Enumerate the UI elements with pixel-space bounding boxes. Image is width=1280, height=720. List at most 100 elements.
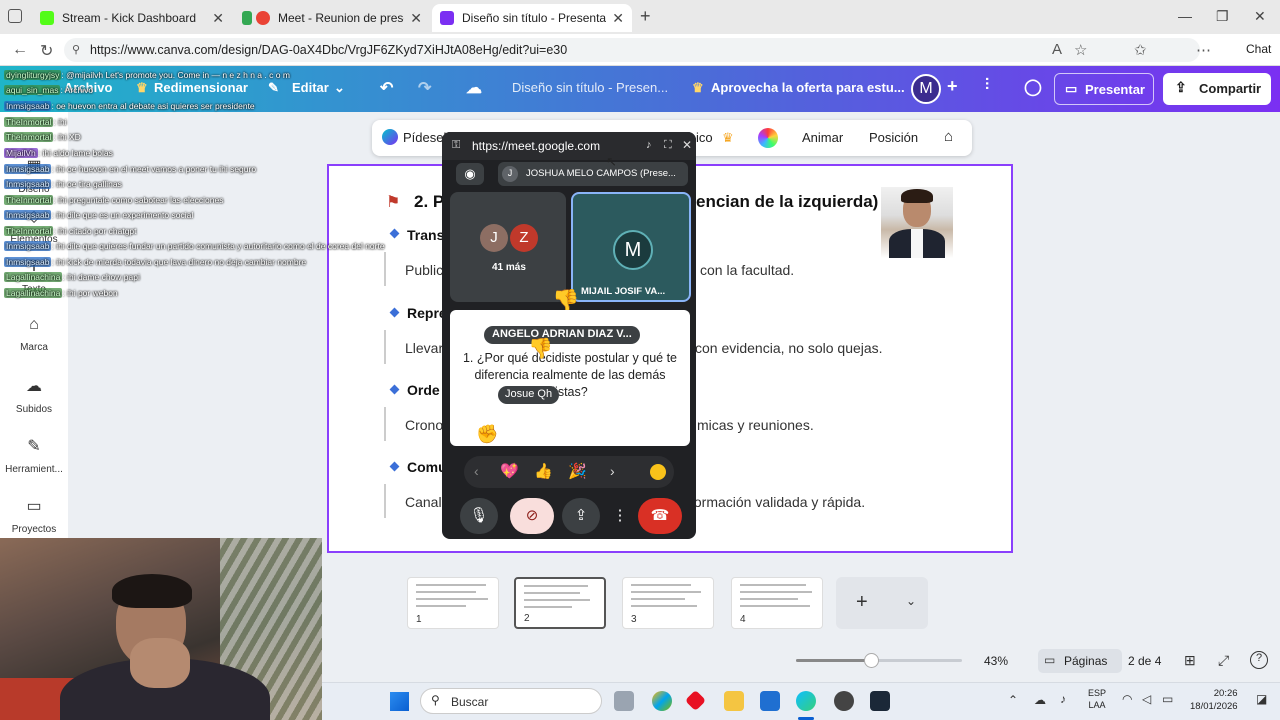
zoom-slider-handle[interactable] bbox=[863, 653, 879, 668]
eye-icon[interactable]: ◉ bbox=[456, 163, 484, 185]
format-painter-icon[interactable]: ⌂ bbox=[944, 128, 953, 145]
camera-off-button[interactable]: ⊘ bbox=[510, 498, 554, 534]
bullet-title[interactable]: Orde bbox=[407, 382, 440, 398]
color-picker-icon[interactable] bbox=[758, 128, 778, 148]
steam-icon[interactable] bbox=[870, 691, 890, 711]
copilot-chat-label[interactable]: Chat bbox=[1246, 42, 1271, 56]
bullet-body-continued[interactable]: con evidencia, no solo quejas. bbox=[695, 340, 883, 356]
share-button[interactable]: ⇪ Compartir bbox=[1163, 73, 1271, 105]
bullet-title[interactable]: Repre bbox=[407, 305, 447, 321]
sidebar-item-tools[interactable]: ✎ Herramient... bbox=[0, 436, 68, 475]
close-icon[interactable]: ✕ bbox=[682, 138, 692, 152]
end-call-button[interactable]: ☎ bbox=[638, 498, 682, 534]
bullet-body[interactable]: Public bbox=[405, 262, 443, 278]
animate-button[interactable]: Animar bbox=[802, 130, 843, 145]
zoom-level[interactable]: 43% bbox=[984, 654, 1008, 668]
sidebar-item-brand[interactable]: ⌂ Marca bbox=[0, 316, 68, 353]
clock[interactable]: 20:26 18/01/2026 bbox=[1190, 687, 1238, 713]
tray-app-icon[interactable]: ☁ bbox=[1034, 693, 1046, 707]
pages-button[interactable]: ▭ Páginas bbox=[1038, 649, 1122, 673]
back-icon[interactable]: ← bbox=[12, 41, 28, 59]
more-options-button[interactable]: ⋮ bbox=[610, 498, 630, 534]
fullscreen-icon[interactable]: ⤢ bbox=[1218, 652, 1229, 669]
tab-meet[interactable]: Meet - Reunion de presentació ✕ bbox=[234, 4, 430, 32]
bullet-body-continued[interactable]: formación validada y rápida. bbox=[690, 494, 865, 510]
battery-icon[interactable]: ▭ bbox=[1162, 692, 1173, 706]
more-icon[interactable]: ⋯ bbox=[1196, 41, 1211, 59]
store-icon[interactable] bbox=[760, 691, 780, 711]
comment-icon[interactable]: ◯ bbox=[1024, 77, 1042, 97]
start-icon[interactable] bbox=[390, 692, 409, 711]
effects-button[interactable]: ico bbox=[696, 130, 713, 145]
tab-canva[interactable]: Diseño sin título - Presentación ✕ bbox=[432, 4, 632, 32]
slide-heading[interactable]: 2. P bbox=[414, 192, 444, 212]
bullet-title[interactable]: Trans bbox=[407, 227, 444, 243]
zoom-slider-track[interactable] bbox=[796, 653, 962, 668]
language-indicator[interactable]: ESP LAA bbox=[1088, 687, 1106, 711]
heart-reaction-button[interactable]: 💖 bbox=[500, 462, 519, 480]
insights-icon[interactable]: ⫶ bbox=[985, 77, 989, 95]
maximize-icon[interactable]: ❐ bbox=[1216, 8, 1229, 25]
edge-icon[interactable] bbox=[796, 691, 816, 711]
bullet-body[interactable]: Crono bbox=[405, 417, 443, 433]
slide-heading-continued[interactable]: encian de la izquierda) bbox=[696, 192, 878, 212]
bullet-body[interactable]: Llevar bbox=[405, 340, 443, 356]
help-icon[interactable]: ? bbox=[1250, 651, 1268, 669]
sidebar-item-projects[interactable]: ▭ Proyectos bbox=[0, 496, 68, 535]
mic-button[interactable]: 🎙 bbox=[460, 498, 498, 534]
page-thumbnail[interactable]: 1 bbox=[407, 577, 499, 629]
close-icon[interactable]: ✕ bbox=[410, 10, 422, 27]
app-icon[interactable] bbox=[834, 691, 854, 711]
page-thumbnail[interactable]: 4 bbox=[731, 577, 823, 629]
meet-pip-window[interactable]: ⚿ https://meet.google.com ♪ ⛶ ✕ ◉ J JOSH… bbox=[442, 132, 696, 539]
presenter-chip[interactable]: J JOSHUA MELO CAMPOS (Prese... bbox=[498, 162, 688, 186]
bullet-body-continued[interactable]: con la facultad. bbox=[700, 262, 794, 278]
mic-tray-icon[interactable]: ♪ bbox=[1060, 692, 1066, 706]
user-avatar[interactable]: M bbox=[911, 74, 941, 104]
bullet-title[interactable]: Comu bbox=[407, 459, 447, 475]
task-view-icon[interactable] bbox=[614, 691, 634, 711]
grid-view-icon[interactable]: ⊞ bbox=[1184, 652, 1196, 669]
chevron-right-icon[interactable]: › bbox=[610, 463, 615, 479]
student-offer-link[interactable]: Aprovecha la oferta para estu... bbox=[711, 80, 905, 95]
close-icon[interactable]: ✕ bbox=[212, 10, 224, 27]
wifi-icon[interactable]: ◠ bbox=[1122, 692, 1132, 706]
close-icon[interactable]: ✕ bbox=[612, 10, 624, 27]
party-reaction-button[interactable]: 🎉 bbox=[568, 462, 587, 480]
back-to-tab-icon[interactable]: ⛶ bbox=[664, 139, 672, 152]
widgets-icon[interactable] bbox=[652, 691, 672, 711]
favorites-bar-icon[interactable]: ✩ bbox=[1134, 41, 1147, 59]
sidebar-item-uploads[interactable]: ☁ Subidos bbox=[0, 376, 68, 415]
present-button[interactable]: ▭ Presentar bbox=[1054, 73, 1154, 105]
position-button[interactable]: Posición bbox=[869, 130, 918, 145]
document-title[interactable]: Diseño sin título - Presen... bbox=[512, 80, 668, 95]
skin-tone-icon[interactable] bbox=[650, 464, 666, 480]
tab-actions-icon[interactable] bbox=[8, 9, 22, 23]
shared-screen-tile[interactable]: ANGELO ADRIAN DIAZ V... 1. ¿Por qué deci… bbox=[450, 310, 690, 446]
new-tab-icon[interactable]: + bbox=[640, 6, 651, 27]
add-page-button[interactable]: + ⌄ bbox=[836, 577, 928, 629]
candidate-photo[interactable] bbox=[881, 187, 953, 258]
url-field[interactable]: ⚲ https://www.canva.com/design/DAG-0aX4D… bbox=[64, 38, 1200, 62]
tab-kick-dashboard[interactable]: Stream - Kick Dashboard ✕ bbox=[32, 4, 232, 32]
mic-icon[interactable]: ♪ bbox=[646, 139, 652, 151]
volume-icon[interactable]: ◁ bbox=[1142, 692, 1151, 706]
file-explorer-icon[interactable] bbox=[724, 691, 744, 711]
add-collaborator-icon[interactable]: + bbox=[947, 76, 958, 97]
reload-icon[interactable]: ↻ bbox=[40, 41, 53, 61]
read-aloud-icon[interactable]: A bbox=[1052, 41, 1062, 58]
taskbar-search[interactable]: ⚲ Buscar bbox=[420, 688, 602, 714]
bullet-body-continued[interactable]: micas y reuniones. bbox=[697, 417, 814, 433]
site-info-icon[interactable]: ⚲ bbox=[72, 43, 80, 56]
page-thumbnail[interactable]: 3 bbox=[622, 577, 714, 629]
chevron-up-icon[interactable]: ⌃ bbox=[1008, 693, 1018, 707]
chevron-down-icon[interactable]: ⌄ bbox=[906, 594, 916, 608]
notifications-icon[interactable]: ◪ bbox=[1256, 692, 1267, 706]
window-close-icon[interactable]: ✕ bbox=[1254, 8, 1266, 25]
thumbs-up-reaction-button[interactable]: 👍 bbox=[534, 462, 553, 480]
redo-icon[interactable]: ↷ bbox=[418, 78, 431, 98]
chevron-left-icon[interactable]: ‹ bbox=[474, 463, 479, 479]
page-thumbnail-selected[interactable]: 2 bbox=[514, 577, 606, 629]
minimize-icon[interactable]: — bbox=[1178, 8, 1192, 24]
favorite-icon[interactable]: ☆ bbox=[1074, 41, 1087, 59]
